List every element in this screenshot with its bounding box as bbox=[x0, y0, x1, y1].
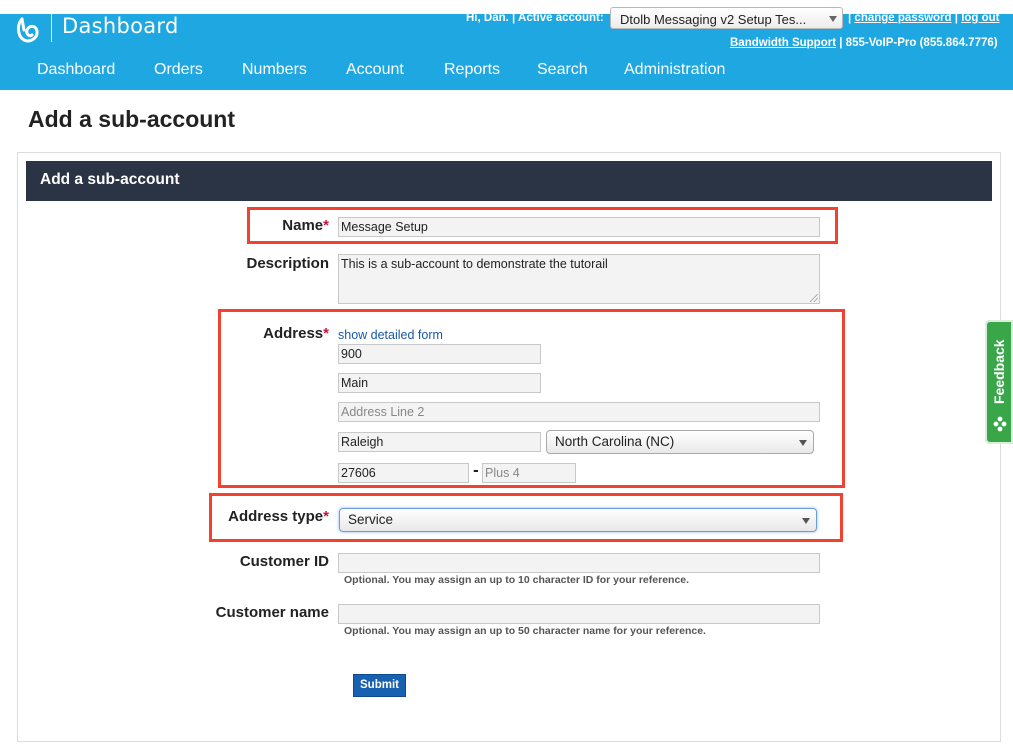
customer-id-label: Customer ID bbox=[239, 553, 329, 570]
log-out-link[interactable]: log out bbox=[961, 12, 999, 24]
logo-divider bbox=[51, 14, 52, 42]
active-account-label: Active account: bbox=[518, 12, 604, 24]
active-account-select[interactable]: Dtolb Messaging v2 Setup Tes... bbox=[610, 7, 843, 29]
nav-account[interactable]: Account bbox=[346, 61, 404, 79]
description-label: Description bbox=[246, 255, 329, 272]
address-line2-input[interactable]: Address Line 2 bbox=[338, 402, 820, 422]
support-phone: 855-VoIP-Pro (855.864.7776) bbox=[845, 37, 998, 49]
customer-name-hint: Optional. You may assign an up to 50 cha… bbox=[344, 625, 706, 637]
plus4-input[interactable]: Plus 4 bbox=[482, 463, 576, 483]
state-select[interactable]: North Carolina (NC) bbox=[546, 430, 814, 454]
greeting-text: Hi, Dan. | Active account: bbox=[466, 12, 604, 24]
feedback-dots-icon bbox=[993, 416, 1007, 432]
nav-orders[interactable]: Orders bbox=[154, 61, 203, 79]
show-detailed-form-link[interactable]: show detailed form bbox=[338, 328, 443, 342]
nav-dashboard[interactable]: Dashboard bbox=[37, 61, 115, 79]
city-input[interactable]: Raleigh bbox=[338, 432, 541, 452]
bandwidth-support-link[interactable]: Bandwidth Support bbox=[730, 37, 836, 49]
zip-input[interactable]: 27606 bbox=[338, 463, 469, 483]
customer-id-input[interactable] bbox=[338, 553, 820, 573]
address-label: Address* bbox=[263, 325, 329, 342]
name-input[interactable]: Message Setup bbox=[338, 217, 820, 237]
bandwidth-logo-icon[interactable] bbox=[14, 16, 44, 44]
panel-heading: Add a sub-account bbox=[26, 161, 992, 201]
address-line1-number-input[interactable]: 900 bbox=[338, 344, 541, 364]
name-label: Name* bbox=[282, 217, 329, 234]
address-street-input[interactable]: Main bbox=[338, 373, 541, 393]
feedback-tab[interactable]: Feedback bbox=[985, 320, 1013, 444]
resize-grip-icon[interactable] bbox=[810, 294, 818, 302]
change-password-link[interactable]: change password bbox=[854, 12, 951, 24]
description-text: This is a sub-account to demonstrate the… bbox=[341, 257, 608, 271]
nav-numbers[interactable]: Numbers bbox=[242, 61, 307, 79]
nav-search[interactable]: Search bbox=[537, 61, 588, 79]
customer-name-label: Customer name bbox=[215, 604, 329, 621]
feedback-label: Feedback bbox=[991, 339, 1007, 404]
chevron-down-icon bbox=[799, 440, 807, 446]
header-bar: Dashboard Hi, Dan. | Active account: Dto… bbox=[0, 7, 1013, 90]
customer-name-input[interactable] bbox=[338, 604, 820, 624]
submit-button[interactable]: Submit bbox=[353, 674, 406, 697]
chevron-down-icon bbox=[829, 16, 837, 22]
address-type-select[interactable]: Service bbox=[339, 508, 817, 532]
nav-administration[interactable]: Administration bbox=[624, 61, 725, 79]
brand-title: Dashboard bbox=[62, 14, 179, 38]
description-textarea[interactable]: This is a sub-account to demonstrate the… bbox=[338, 254, 820, 304]
support-line: Bandwidth Support | 855-VoIP-Pro (855.86… bbox=[730, 37, 998, 49]
zip-dash: - bbox=[473, 463, 479, 479]
nav-reports[interactable]: Reports bbox=[444, 61, 500, 79]
feedback-label-graphic: Feedback bbox=[991, 339, 1007, 404]
customer-id-hint: Optional. You may assign an up to 10 cha… bbox=[344, 574, 690, 586]
page-title: Add a sub-account bbox=[28, 106, 236, 132]
chevron-down-icon bbox=[802, 518, 810, 524]
address-type-label: Address type* bbox=[228, 508, 329, 525]
account-links: | change password | log out bbox=[848, 12, 1000, 24]
